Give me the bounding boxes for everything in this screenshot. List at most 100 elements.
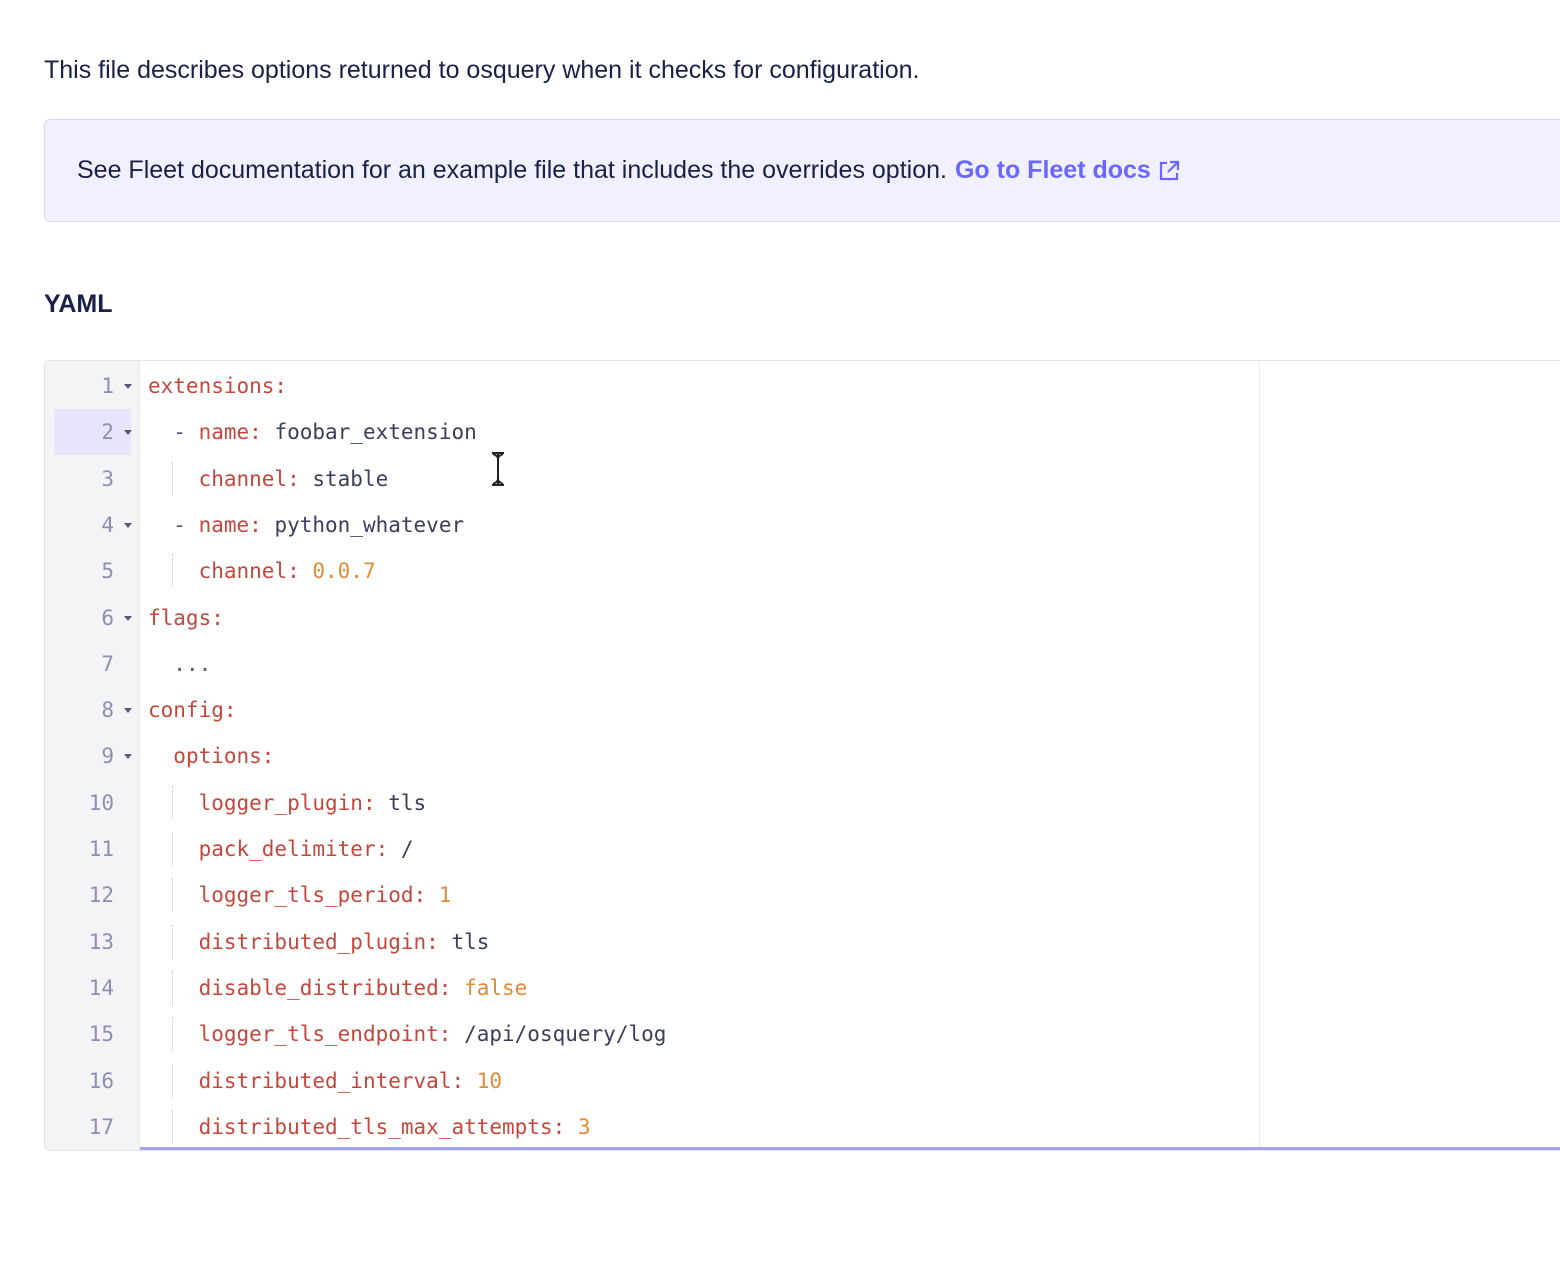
yaml-key: logger_tls_period:: [198, 883, 427, 908]
code-text: - name: python_whatever: [148, 502, 464, 548]
line-number: 4: [45, 502, 140, 548]
line-number-text: 9: [101, 744, 114, 769]
yaml-value: false: [451, 975, 528, 1000]
code-line[interactable]: 11 pack_delimiter: /: [45, 826, 1560, 872]
intro-text: This file describes options returned to …: [44, 56, 920, 84]
fold-toggle-icon[interactable]: [124, 708, 132, 714]
yaml-value: 3: [565, 1114, 591, 1139]
fleet-docs-link[interactable]: Go to Fleet docs: [955, 156, 1181, 185]
line-number-text: 6: [101, 605, 114, 630]
fold-toggle-icon[interactable]: [124, 615, 132, 621]
code-line[interactable]: 2 - name: foobar_extension: [45, 409, 1560, 456]
yaml-value: 0.0.7: [299, 559, 376, 584]
code-text: pack_delimiter: /: [148, 826, 414, 872]
line-number: 11: [45, 826, 140, 872]
yaml-key: channel:: [198, 559, 300, 584]
code-line[interactable]: 1 extensions:: [45, 363, 1560, 409]
code-line[interactable]: 12 logger_tls_period: 1: [45, 872, 1560, 918]
fold-toggle-icon[interactable]: [124, 522, 132, 528]
line-number: 16: [45, 1058, 140, 1104]
fold-toggle-icon[interactable]: [124, 754, 132, 760]
code-line[interactable]: 10 logger_plugin: tls: [45, 780, 1560, 826]
code-text: distributed_tls_max_attempts: 3: [148, 1104, 591, 1150]
line-number: 8: [45, 687, 140, 733]
code-line[interactable]: 6 flags:: [45, 595, 1560, 641]
page: This file describes options returned to …: [0, 0, 1560, 1264]
code-text: extensions:: [148, 363, 287, 409]
line-number-text: 11: [88, 837, 114, 861]
code-line[interactable]: 15 logger_tls_endpoint: /api/osquery/log: [45, 1011, 1560, 1057]
line-number-text: 1: [101, 374, 114, 398]
code-line[interactable]: 13 distributed_plugin: tls: [45, 919, 1560, 965]
line-number-text: 2: [101, 420, 114, 445]
yaml-value: stable: [299, 466, 389, 491]
yaml-value: python_whatever: [261, 512, 465, 537]
fold-toggle-icon[interactable]: [124, 384, 132, 389]
code-line[interactable]: 3 channel: stable: [45, 456, 1560, 502]
line-number-text: 14: [88, 975, 114, 1000]
code-line[interactable]: 7 ...: [45, 641, 1560, 687]
code-text: config:: [148, 687, 237, 733]
code-text: distributed_plugin: tls: [148, 919, 490, 965]
yaml-value: tls: [438, 929, 490, 954]
yaml-key: config:: [148, 698, 237, 723]
line-number: 5: [45, 548, 140, 594]
code-text: options:: [148, 733, 274, 779]
fleet-docs-link-label: Go to Fleet docs: [954, 156, 1151, 184]
yaml-key: options:: [173, 744, 275, 769]
yaml-value: /api/osquery/log: [451, 1022, 667, 1047]
code-text: channel: 0.0.7: [148, 548, 376, 594]
yaml-key: channel:: [198, 466, 300, 491]
yaml-value: 10: [464, 1068, 503, 1093]
code-line[interactable]: 4 - name: python_whatever: [45, 502, 1560, 548]
line-number-text: 7: [101, 651, 114, 676]
line-number: 1: [45, 363, 140, 409]
line-number: 3: [45, 456, 140, 502]
line-number: 12: [45, 872, 140, 918]
code-line[interactable]: 8 config:: [45, 687, 1560, 733]
list-dash: -: [173, 420, 199, 445]
line-number-text: 15: [88, 1022, 114, 1047]
code-text: distributed_interval: 10: [148, 1058, 502, 1104]
yaml-key: extensions:: [148, 374, 288, 398]
yaml-value: ...: [173, 651, 212, 676]
yaml-code-editor[interactable]: 1 extensions: 2 - name: foobar_extension 3 …: [44, 360, 1560, 1151]
code-text: logger_plugin: tls: [148, 780, 427, 826]
fold-toggle-icon[interactable]: [124, 430, 132, 436]
code-line[interactable]: 16 distributed_interval: 10: [45, 1058, 1560, 1104]
yaml-key: logger_plugin:: [198, 790, 376, 815]
yaml-value: tls: [375, 790, 427, 815]
line-number: 17: [45, 1104, 140, 1150]
yaml-key: distributed_tls_max_attempts:: [198, 1114, 566, 1139]
line-number-text: 12: [88, 883, 114, 908]
line-number: 9: [45, 733, 140, 779]
yaml-key: distributed_interval:: [198, 1068, 465, 1093]
code-text: logger_tls_endpoint: /api/osquery/log: [148, 1011, 667, 1057]
yaml-key: logger_tls_endpoint:: [198, 1022, 452, 1047]
yaml-value: foobar_extension: [261, 420, 477, 445]
yaml-key: distributed_plugin:: [198, 929, 439, 954]
line-number-text: 8: [101, 698, 114, 723]
code-line[interactable]: 17 distributed_tls_max_attempts: 3: [45, 1104, 1560, 1150]
yaml-key: name:: [198, 512, 262, 537]
line-number: 14: [45, 965, 140, 1011]
code-line[interactable]: 9 options:: [45, 733, 1560, 779]
line-number-text: 3: [101, 466, 114, 491]
yaml-key: name:: [198, 420, 262, 445]
line-number-text: 16: [88, 1068, 114, 1093]
code-text: disable_distributed: false: [148, 965, 528, 1011]
code-line[interactable]: 5 channel: 0.0.7: [45, 548, 1560, 594]
line-number-text: 5: [101, 559, 114, 584]
yaml-key: disable_distributed:: [198, 975, 452, 1000]
line-number-text: 13: [88, 929, 114, 954]
yaml-key: flags:: [148, 605, 224, 630]
line-number: 10: [45, 780, 140, 826]
yaml-value: /: [388, 837, 414, 861]
text-cursor-icon: [492, 452, 504, 486]
code-line[interactable]: 14 disable_distributed: false: [45, 965, 1560, 1011]
line-number: 2: [54, 409, 132, 456]
line-number: 13: [45, 919, 140, 965]
code-text: ...: [148, 641, 211, 687]
info-banner: See Fleet documentation for an example f…: [44, 119, 1560, 222]
banner-text: See Fleet documentation for an example f…: [77, 156, 947, 184]
